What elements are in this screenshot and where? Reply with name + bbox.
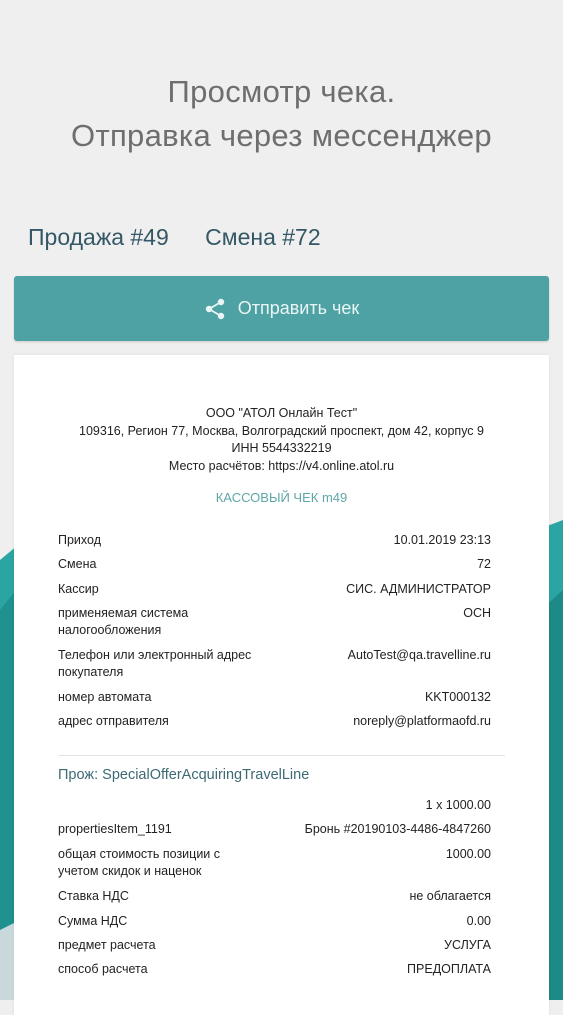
field-value: 0.00 — [466, 914, 491, 928]
field-value: ПРЕДОПЛАТА — [407, 962, 491, 976]
field-label: Смена — [58, 557, 97, 571]
page-title-line1: Просмотр чека. — [167, 74, 396, 109]
field-value: KKT000132 — [424, 690, 491, 704]
share-icon — [205, 298, 224, 319]
field-value: УСЛУГА — [444, 938, 491, 952]
receipt-address: 109316, Регион 77, Москва, Волгоградский… — [79, 424, 484, 438]
field-label: Телефон или электронный адрес покупателя — [58, 648, 252, 679]
send-receipt-button[interactable]: Отправить чек — [14, 276, 549, 341]
field-label: общая стоимость позиции с учетом скидок … — [58, 847, 221, 878]
field-label: propertiesItem_1191 — [58, 822, 172, 836]
divider — [58, 755, 505, 756]
send-receipt-label: Отправить чек — [237, 298, 360, 318]
page-title: Просмотр чека. Отправка через мессенджер — [0, 70, 563, 158]
sale-number: Продажа #49 — [28, 224, 169, 250]
field-label: Ставка НДС — [58, 889, 129, 903]
field-label: номер автомата — [58, 690, 152, 704]
field-label: применяемая система налогообложения — [58, 606, 189, 637]
page-title-line2: Отправка через мессенджер — [71, 118, 492, 153]
receipt-inn: ИНН 5544332219 — [231, 441, 332, 455]
field-label: предмет расчета — [58, 938, 156, 952]
shift-number: Смена #72 — [205, 224, 321, 250]
item-name: Прож: SpecialOfferAcquiringTravelLine — [58, 767, 310, 783]
field-value: Бронь #20190103-4486-4847260 — [304, 822, 491, 836]
field-label: способ расчета — [58, 962, 148, 976]
receipt-place: Место расчётов: https://v4.online.atol.r… — [168, 459, 395, 473]
item-qty-price: 1 x 1000.00 — [425, 798, 491, 812]
field-label: адрес отправителя — [58, 714, 169, 728]
field-value: 1000.00 — [445, 847, 491, 861]
field-value: не облагается — [409, 889, 491, 903]
field-value: 72 — [477, 557, 491, 571]
field-label: Кассир — [58, 582, 99, 596]
sale-meta: Продажа #49 Смена #72 — [28, 224, 543, 251]
field-label: Приход — [58, 533, 101, 547]
receipt-title: КАССОВЫЙ ЧЕК m49 — [215, 490, 348, 505]
field-value: СИС. АДМИНИСТРАТОР — [346, 582, 491, 596]
receipt-org: ООО "АТОЛ Онлайн Тест" — [205, 406, 358, 420]
field-value: 10.01.2019 23:13 — [393, 533, 491, 547]
field-value: AutoTest@qa.travelline.ru — [347, 648, 491, 662]
field-label: Сумма НДС — [58, 914, 128, 928]
receipt-card: ООО "АТОЛ Онлайн Тест" 109316, Регион 77… — [14, 355, 549, 1015]
field-value: ОСН — [463, 606, 491, 620]
field-value: noreply@platformaofd.ru — [353, 714, 491, 728]
